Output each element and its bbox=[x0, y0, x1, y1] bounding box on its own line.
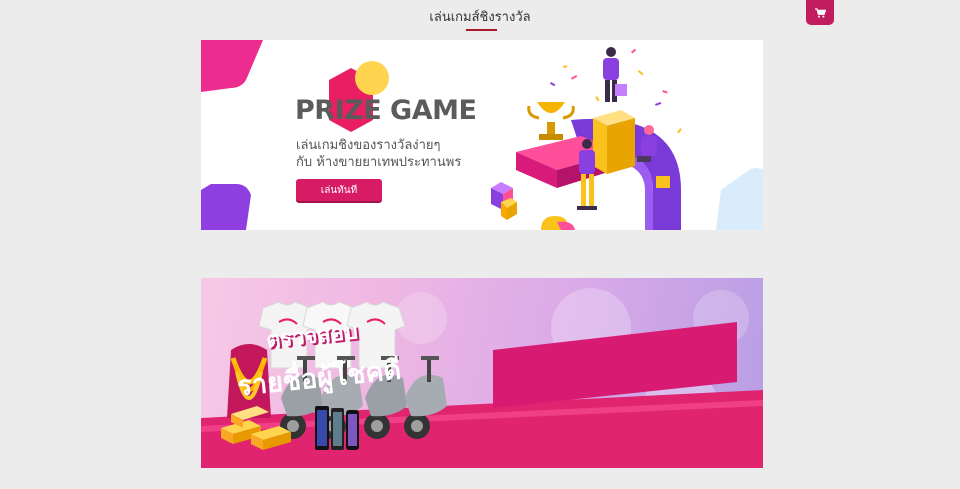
prize-game-banner[interactable]: PRIZE GAME เล่นเกมชิงของรางวัลง่ายๆ กับ … bbox=[201, 40, 763, 230]
cart-button[interactable] bbox=[806, 0, 834, 25]
prize-game-line-2: กับ ห้างขายยาเทพประทานพร bbox=[296, 155, 462, 170]
prize-game-heading: PRIZE GAME bbox=[295, 95, 477, 126]
prize-banner-decoration bbox=[201, 40, 763, 230]
winners-list-banner[interactable]: ตรวจสอบ รายชื่อผู้โชคดี bbox=[201, 278, 763, 468]
play-now-button[interactable]: เล่นทันที bbox=[296, 179, 382, 201]
page-header: เล่นเกมส์ชิงรางวัล bbox=[0, 0, 960, 40]
title-underline bbox=[466, 29, 497, 31]
shopping-cart-icon bbox=[814, 7, 826, 18]
